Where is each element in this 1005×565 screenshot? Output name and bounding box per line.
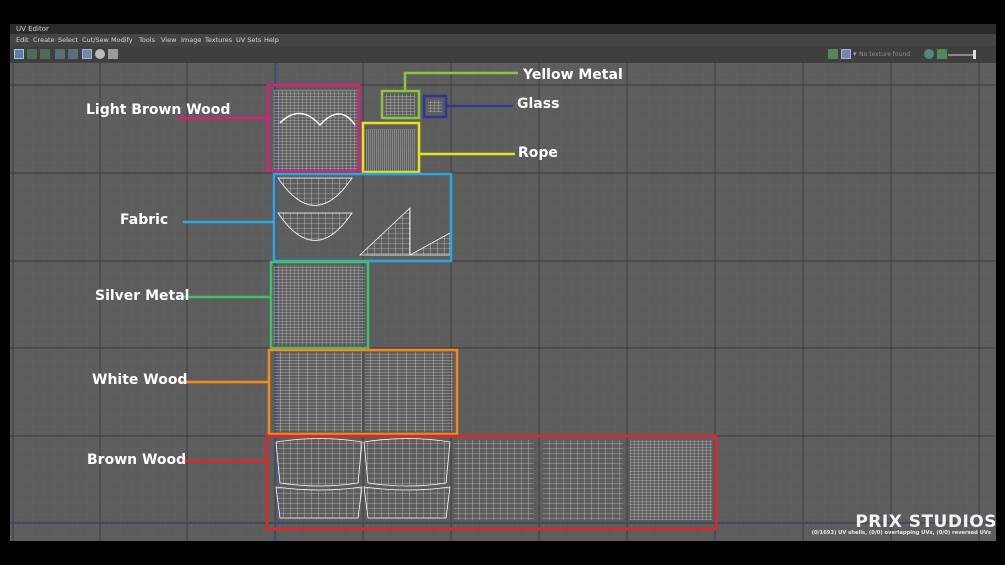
menu-textures[interactable]: Textures xyxy=(205,34,232,46)
label-brown-wood: Brown Wood xyxy=(87,452,187,468)
menu-tools[interactable]: Tools xyxy=(139,34,155,46)
menu-image[interactable]: Image xyxy=(181,34,201,46)
shaded-icon[interactable] xyxy=(95,49,105,59)
menu-uv-sets[interactable]: UV Sets xyxy=(236,34,261,46)
checker-toggle-icon[interactable] xyxy=(68,49,78,59)
label-glass: Glass xyxy=(517,96,560,112)
menu-create[interactable]: Create xyxy=(33,34,55,46)
label-white-wood: White Wood xyxy=(92,372,188,388)
window-title: UV Editor xyxy=(10,24,996,34)
label-yellow-metal: Yellow Metal xyxy=(523,67,623,83)
menu-modify[interactable]: Modify xyxy=(111,34,133,46)
menu-cut-sew[interactable]: Cut/Sew xyxy=(82,34,109,46)
image-icon[interactable] xyxy=(828,49,838,59)
gamma-icon[interactable] xyxy=(937,49,947,59)
chevron-down-icon[interactable]: ▾ xyxy=(853,50,857,58)
label-rope: Rope xyxy=(518,145,558,161)
exposure-icon[interactable] xyxy=(924,49,934,59)
label-silver-metal: Silver Metal xyxy=(95,288,190,304)
uv-shell-tool-icon[interactable] xyxy=(27,49,37,59)
snapshot-icon[interactable] xyxy=(108,49,118,59)
exposure-slider-handle[interactable] xyxy=(973,50,976,59)
exposure-slider[interactable] xyxy=(948,54,976,56)
texture-grid-icon[interactable] xyxy=(841,49,851,59)
toolbar: ▾ No texture found xyxy=(10,46,996,63)
menu-help[interactable]: Help xyxy=(264,34,279,46)
brand-logo: PRIX STUDIOS xyxy=(855,512,997,532)
label-light-brown-wood: Light Brown Wood xyxy=(86,102,231,118)
uv-stats: (0/1693) UV shells, (0/0) overlapping UV… xyxy=(811,530,991,536)
menu-edit[interactable]: Edit xyxy=(16,34,29,46)
label-fabric: Fabric xyxy=(120,212,169,228)
uv-select-tool-icon[interactable] xyxy=(14,49,24,59)
menu-bar: Edit Create Select Cut/Sew Modify Tools … xyxy=(10,34,996,46)
texture-status: No texture found xyxy=(859,51,910,58)
uv-vertex-tool-icon[interactable] xyxy=(40,49,50,59)
grid-toggle-icon[interactable] xyxy=(55,49,65,59)
menu-select[interactable]: Select xyxy=(58,34,78,46)
menu-view[interactable]: View xyxy=(161,34,176,46)
display-grid-icon[interactable] xyxy=(82,49,92,59)
